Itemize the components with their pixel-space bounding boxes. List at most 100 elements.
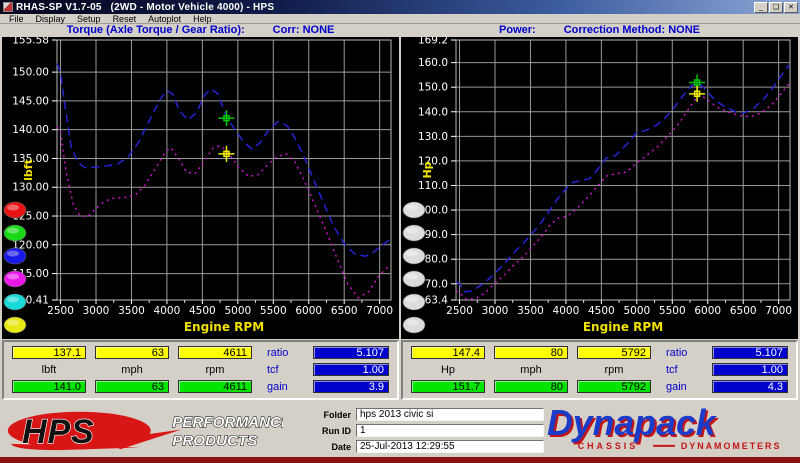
svg-text:110.0: 110.0	[418, 180, 448, 192]
channel-button-5[interactable]	[3, 316, 27, 334]
power-cursor-value: 147.4	[411, 346, 485, 359]
charts-area: Torque (Axle Torque / Gear Ratio): Corr:…	[0, 24, 800, 339]
svg-text:6000: 6000	[295, 305, 322, 317]
power-correction-label: Correction Method: NONE	[563, 24, 700, 36]
svg-text:155.58: 155.58	[12, 37, 49, 47]
svg-text:4500: 4500	[189, 305, 216, 317]
gain-value: 4.3	[712, 380, 788, 393]
torque-unit-label: lbft	[41, 363, 57, 376]
svg-text:3000: 3000	[482, 305, 509, 317]
svg-text:2500: 2500	[47, 305, 74, 317]
torque-chart[interactable]: 2500 3000 3500 4000 4500 5000 5500 6000 6500 7000…	[2, 37, 399, 339]
svg-text:4500: 4500	[588, 305, 615, 317]
close-button[interactable]: ✕	[784, 1, 798, 13]
channel-button-3[interactable]	[3, 270, 27, 288]
channel-button-0[interactable]	[402, 201, 426, 219]
restore-button[interactable]: ❏	[769, 1, 783, 13]
window-title: RHAS-SP V1.7-05 (2WD - Motor Vehicle 400…	[16, 1, 275, 13]
dynapack-text: Dynapack	[547, 404, 718, 443]
dynapack-logo: Dynapack Dynapack CHASSIS DYNAMOMETERS	[544, 403, 792, 457]
svg-text:3000: 3000	[83, 305, 110, 317]
channel-button-2[interactable]	[402, 247, 426, 265]
menu-item-setup[interactable]: Setup	[71, 14, 107, 24]
power-run-magenta	[455, 83, 790, 301]
channel-button-1[interactable]	[3, 224, 27, 242]
tcf-value: 1.00	[313, 363, 389, 376]
torque-cursor2-value: 141.0	[12, 380, 86, 393]
hps-text: HPS	[22, 413, 94, 451]
channel-button-1[interactable]	[402, 224, 426, 242]
svg-text:7000: 7000	[366, 305, 393, 317]
ratio-label: ratio	[267, 346, 289, 359]
folder-input[interactable]: hps 2013 civic si	[356, 408, 544, 421]
date-input[interactable]: 25-Jul-2013 12:29:55	[356, 440, 544, 453]
torque-cursor-yellow[interactable]	[218, 145, 235, 162]
menu-item-help[interactable]: Help	[187, 14, 218, 24]
torque-run-blue	[56, 63, 391, 258]
svg-text:3500: 3500	[118, 305, 145, 317]
menu-item-reset[interactable]: Reset	[107, 14, 143, 24]
torque-cursor-green[interactable]	[218, 110, 235, 127]
svg-text:70.0: 70.0	[425, 278, 448, 290]
gain-value: 3.9	[313, 380, 389, 393]
tcf-value: 1.00	[712, 363, 788, 376]
menu-item-file[interactable]: File	[3, 14, 30, 24]
menu-item-autoplot[interactable]: Autoplot	[142, 14, 187, 24]
channel-button-4[interactable]	[402, 293, 426, 311]
channel-button-0[interactable]	[3, 201, 27, 219]
x-axis-title: Engine RPM	[583, 320, 663, 334]
titlebar[interactable]: RHAS-SP V1.7-05 (2WD - Motor Vehicle 400…	[0, 0, 800, 14]
svg-text:6500: 6500	[331, 305, 358, 317]
svg-text:130.00: 130.00	[12, 182, 49, 194]
footer: HPS PERFORMANCE PRODUCTS Folder hps 2013…	[0, 402, 800, 457]
readout-section: 137.1 63 4611 ratio 5.107 lbft mph rpm t…	[0, 339, 800, 402]
dynapack-sub2: DYNAMOMETERS	[681, 441, 782, 451]
run-id-label: Run ID	[322, 425, 351, 436]
run-id-input[interactable]: 1	[356, 424, 544, 437]
svg-text:6000: 6000	[694, 305, 721, 317]
power-cursor-yellow[interactable]	[689, 85, 706, 102]
svg-text:5000: 5000	[623, 305, 650, 317]
channel-button-5[interactable]	[402, 316, 426, 334]
channel-button-3[interactable]	[402, 270, 426, 288]
tcf-label: tcf	[666, 363, 678, 376]
gain-label: gain	[666, 380, 687, 393]
speed-unit-label: mph	[520, 363, 542, 376]
speed-unit-label: mph	[121, 363, 143, 376]
svg-text:5500: 5500	[659, 305, 686, 317]
power-chart-title: Power:	[499, 24, 536, 36]
channel-button-4[interactable]	[3, 293, 27, 311]
svg-text:5000: 5000	[224, 305, 251, 317]
svg-text:169.2: 169.2	[418, 37, 448, 47]
app-icon	[3, 2, 13, 12]
minimize-button[interactable]: _	[754, 1, 768, 13]
power-chart-header: Power: Correction Method: NONE	[401, 24, 798, 37]
torque-readout-panel: 137.1 63 4611 ratio 5.107 lbft mph rpm t…	[2, 340, 399, 400]
power-cursor-speed: 80	[494, 346, 568, 359]
menu-item-display[interactable]: Display	[30, 14, 72, 24]
plot-border	[56, 39, 392, 301]
svg-text:6500: 6500	[730, 305, 757, 317]
dynapack-sub1: CHASSIS	[578, 441, 638, 451]
axis-labels: 2500 3000 3500 4000 4500 5000 5500 6000 6500 7000…	[418, 37, 792, 317]
svg-text:150.00: 150.00	[12, 67, 49, 79]
svg-text:130.0: 130.0	[418, 131, 448, 143]
ratio-value: 5.107	[313, 346, 389, 359]
hps-logo: HPS PERFORMANCE PRODUCTS	[7, 411, 283, 452]
svg-text:90.0: 90.0	[425, 229, 448, 241]
channel-button-2[interactable]	[3, 247, 27, 265]
torque-chart-header: Torque (Axle Torque / Gear Ratio): Corr:…	[2, 24, 399, 37]
torque-chart-title: Torque (Axle Torque / Gear Ratio):	[66, 24, 245, 36]
svg-text:140.0: 140.0	[418, 106, 448, 118]
power-unit-label: Hp	[440, 363, 456, 376]
date-row: Date 25-Jul-2013 12:29:55	[309, 440, 544, 453]
torque-chart-panel: Torque (Axle Torque / Gear Ratio): Corr:…	[2, 24, 399, 339]
power-cursor2-speed: 80	[494, 380, 568, 393]
svg-text:4000: 4000	[553, 305, 580, 317]
tcf-label: tcf	[267, 363, 279, 376]
torque-cursor-rpm: 4611	[178, 346, 252, 359]
folder-row: Folder hps 2013 civic si	[309, 408, 544, 421]
torque-cursor2-speed: 63	[95, 380, 169, 393]
power-chart[interactable]: 2500 3000 3500 4000 4500 5000 5500 6000 6500 7000…	[401, 37, 798, 339]
rpm-unit-label: rpm	[604, 363, 624, 376]
